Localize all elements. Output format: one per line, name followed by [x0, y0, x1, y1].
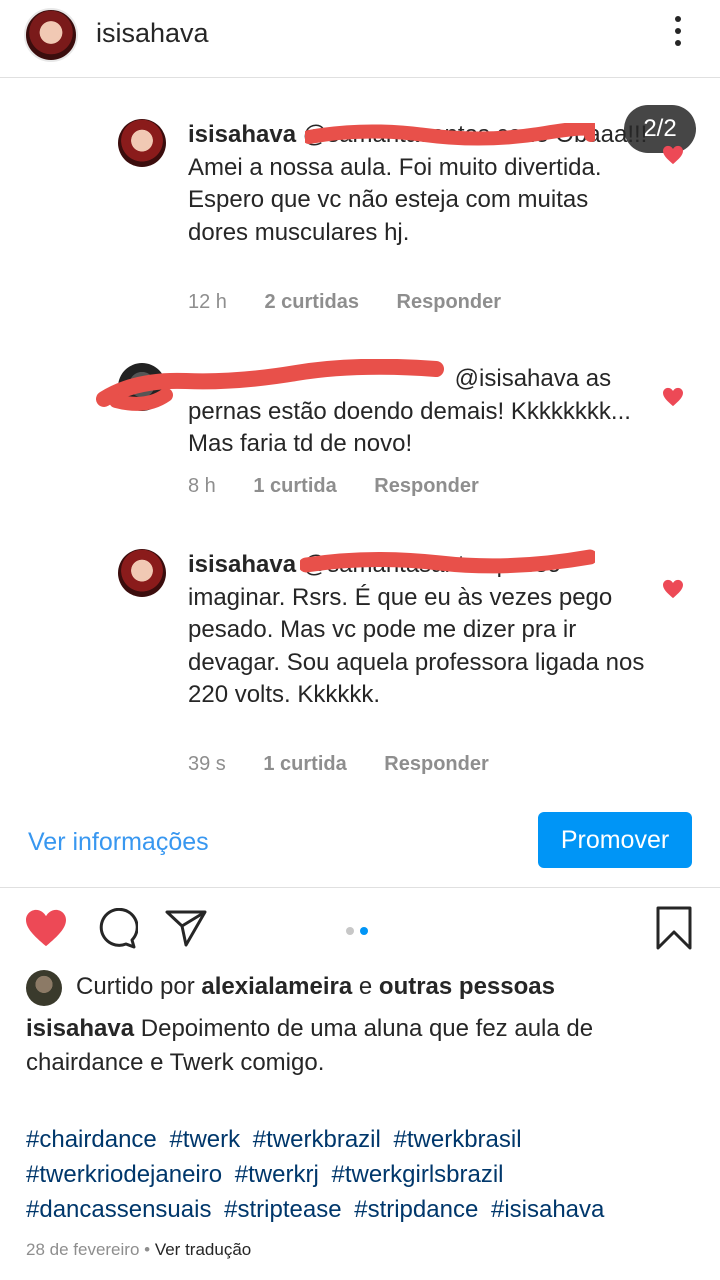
hashtag[interactable]: #twerkrj [235, 1161, 319, 1188]
comment-mention: @samantasantos [302, 551, 490, 578]
comment-heart-icon[interactable] [662, 387, 684, 407]
comment-item: isisahava @samantasantos posso imaginar.… [118, 549, 683, 779]
more-options-icon[interactable] [670, 16, 686, 56]
post-image[interactable]: 2/2 isisahava @samantasantos.cane Obaaa!… [0, 79, 720, 801]
comment-username: isisahava [188, 551, 297, 578]
comment-avatar [118, 363, 166, 411]
footer-separator: • [144, 1240, 151, 1259]
insights-row: Ver informações Promover [0, 808, 720, 888]
hashtag[interactable]: #dancassensuais [26, 1196, 211, 1223]
comment-meta: 39 s 1 curtida Responder [188, 753, 521, 776]
likes-prefix: Curtido por [76, 973, 195, 1000]
comment-heart-icon[interactable] [662, 579, 684, 599]
comment-mention: @isisahava [454, 365, 580, 392]
comment-avatar [118, 549, 166, 597]
view-insights-link[interactable]: Ver informações [28, 828, 209, 857]
comment-likes[interactable]: 1 curtida [253, 475, 336, 497]
likes-text: Curtido por alexialameira e outras pesso… [76, 973, 555, 1001]
post-header: isisahava [0, 0, 720, 78]
comment-likes[interactable]: 1 curtida [263, 753, 346, 775]
reply-button[interactable]: Responder [374, 475, 478, 497]
bookmark-icon[interactable] [656, 906, 692, 950]
caption-username[interactable]: isisahava [26, 1015, 134, 1042]
likes-others[interactable]: outras pessoas [379, 973, 555, 1000]
comment-text: @isisahava as pernas estão doendo demais… [188, 363, 648, 461]
like-heart-icon[interactable] [24, 908, 68, 948]
reply-button[interactable]: Responder [397, 291, 501, 313]
likes-connector: e [358, 973, 373, 1000]
comment-text: isisahava @samantasantos.cane Obaaa!!! A… [188, 119, 648, 249]
hashtag[interactable]: #isisahava [491, 1196, 604, 1223]
comment-likes[interactable]: 2 curtidas [265, 291, 359, 313]
header-username[interactable]: isisahava [96, 18, 209, 49]
comment-time: 39 s [188, 753, 226, 775]
comment-item: @isisahava as pernas estão doendo demais… [118, 363, 683, 503]
hashtag[interactable]: #striptease [224, 1196, 341, 1223]
comment-item: isisahava @samantasantos.cane Obaaa!!! A… [118, 119, 683, 329]
action-bar [0, 892, 720, 962]
post-date: 28 de fevereiro [26, 1240, 140, 1259]
hashtag[interactable]: #twerk [169, 1126, 240, 1153]
hashtag[interactable]: #twerkbrazil [253, 1126, 381, 1153]
hashtag[interactable]: #twerkgirlsbrazil [331, 1161, 503, 1188]
carousel-dot-active [360, 927, 368, 935]
comment-time: 12 h [188, 291, 227, 313]
comment-meta: 8 h 1 curtida Responder [188, 475, 511, 498]
carousel-dot [346, 927, 354, 935]
comment-icon[interactable] [96, 908, 138, 950]
likes-summary[interactable]: Curtido por alexialameira e outras pesso… [26, 970, 706, 1010]
liker-avatar [26, 970, 62, 1006]
hashtag-list: #chairdance #twerk #twerkbrazil #twerkbr… [26, 1122, 706, 1227]
promote-button[interactable]: Promover [538, 812, 692, 868]
hashtag[interactable]: #chairdance [26, 1126, 157, 1153]
carousel-dots [346, 922, 376, 935]
hashtag[interactable]: #stripdance [354, 1196, 478, 1223]
post-footer: 28 de fevereiro • Ver tradução [26, 1240, 251, 1260]
share-icon[interactable] [164, 908, 208, 948]
reply-button[interactable]: Responder [384, 753, 488, 775]
comment-avatar [118, 119, 166, 167]
comment-meta: 12 h 2 curtidas Responder [188, 291, 533, 314]
see-translation-link[interactable]: Ver tradução [155, 1240, 251, 1259]
post-caption: isisahava Depoimento de uma aluna que fe… [26, 1012, 706, 1080]
comment-text: isisahava @samantasantos posso imaginar.… [188, 549, 648, 712]
profile-avatar[interactable] [24, 8, 78, 62]
hashtag[interactable]: #twerkriodejaneiro [26, 1161, 222, 1188]
comment-heart-icon[interactable] [662, 145, 684, 165]
comment-time: 8 h [188, 475, 216, 497]
hashtag[interactable]: #twerkbrasil [394, 1126, 522, 1153]
comment-mention: @samantasantos.cane [302, 121, 549, 148]
liker-username[interactable]: alexialameira [201, 973, 352, 1000]
comment-username: isisahava [188, 121, 297, 148]
